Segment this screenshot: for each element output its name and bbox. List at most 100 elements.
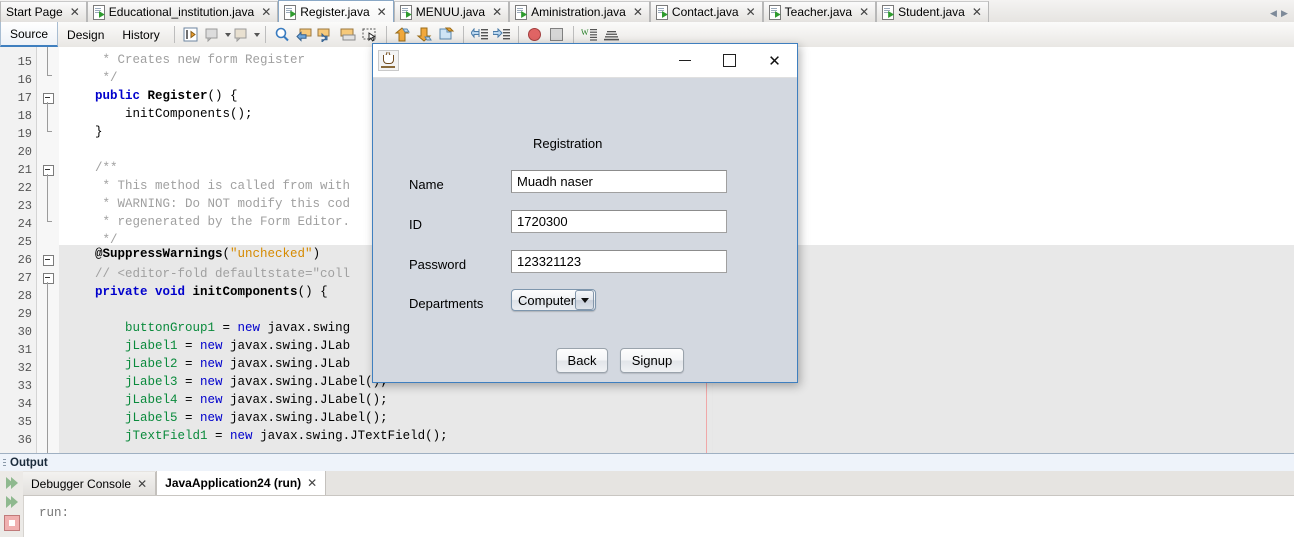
next-bookmark-icon[interactable] <box>316 25 336 45</box>
last-edit-icon[interactable] <box>181 25 201 45</box>
close-icon[interactable]: ✕ <box>633 6 643 18</box>
editor-tab-teacher[interactable]: Teacher.java ✕ <box>762 1 877 22</box>
stop-process-icon[interactable] <box>3 514 21 532</box>
format-icon[interactable]: W <box>580 25 600 45</box>
move-icon[interactable] <box>437 25 457 45</box>
fold-toggle-icon[interactable] <box>43 93 54 104</box>
output-console-text[interactable]: run: <box>24 496 1294 537</box>
line-number: 17 <box>17 91 32 105</box>
shift-up-icon[interactable] <box>393 25 413 45</box>
code-line: jLabel5 = new javax.swing.JLabel(); <box>95 411 388 425</box>
fold-toggle-icon[interactable] <box>43 273 54 284</box>
toolbar-separator <box>462 26 464 43</box>
editor-tab-educational-institution[interactable]: Educational_institution.java ✕ <box>86 1 279 22</box>
tab-design-label: Design <box>67 27 105 42</box>
dialog-heading: Registration <box>533 136 603 151</box>
shift-left-icon[interactable] <box>470 25 490 45</box>
line-number: 30 <box>17 325 32 339</box>
shift-down-icon[interactable] <box>415 25 435 45</box>
find-selection-icon[interactable] <box>272 25 292 45</box>
departments-select[interactable]: Computer <box>511 289 596 311</box>
chevron-down-icon[interactable] <box>575 290 594 310</box>
stop-icon[interactable] <box>547 25 567 45</box>
shift-right-icon[interactable] <box>492 25 512 45</box>
chevron-down-icon[interactable] <box>253 32 260 37</box>
toggle-bookmark-icon[interactable] <box>338 25 358 45</box>
tab-source[interactable]: Source <box>0 22 59 47</box>
code-line: * regenerated by the Form Editor. <box>95 215 351 229</box>
editor-tab-contact[interactable]: Contact.java ✕ <box>649 1 763 22</box>
output-tab-javaapplication24-run[interactable]: JavaApplication24 (run) ✕ <box>156 471 327 495</box>
password-input[interactable]: 123321123 <box>511 250 727 273</box>
editor-tab-aministration[interactable]: Aministration.java ✕ <box>509 1 650 22</box>
name-input[interactable]: Muadh naser <box>511 170 727 193</box>
close-icon[interactable]: ✕ <box>261 6 271 18</box>
id-input[interactable]: 1720300 <box>511 210 727 233</box>
fold-toggle-icon[interactable] <box>43 165 54 176</box>
uncomment-icon[interactable] <box>232 25 252 45</box>
toolbar-separator <box>517 26 519 43</box>
line-number: 18 <box>17 109 32 123</box>
editor-tab-label: Contact.java <box>671 5 739 19</box>
line-number: 26 <box>17 253 32 267</box>
output-tab-strip: Debugger Console ✕ JavaApplication24 (ru… <box>23 471 1294 496</box>
previous-bookmark-icon[interactable] <box>294 25 314 45</box>
scroll-left-icon[interactable]: ◀ <box>1270 8 1279 20</box>
code-line: initComponents(); <box>95 107 253 121</box>
editor-tab-menuu[interactable]: MENUU.java ✕ <box>393 1 510 22</box>
output-tab-debugger-console[interactable]: Debugger Console ✕ <box>23 472 157 495</box>
close-icon[interactable]: ✕ <box>972 6 982 18</box>
departments-label: Departments <box>409 296 484 311</box>
drag-handle[interactable] <box>3 458 6 468</box>
code-line: jLabel4 = new javax.swing.JLabel(); <box>95 393 388 407</box>
code-folding-column[interactable] <box>37 47 60 453</box>
close-button[interactable]: ✕ <box>752 44 797 77</box>
output-window-header[interactable]: Output <box>0 453 1294 473</box>
close-icon[interactable]: ✕ <box>377 6 387 18</box>
line-number: 16 <box>17 73 32 87</box>
toolbar-separator <box>264 26 266 43</box>
line-number: 33 <box>17 379 32 393</box>
close-icon[interactable]: ✕ <box>492 6 502 18</box>
editor-tab-student[interactable]: Student.java ✕ <box>876 1 989 22</box>
fold-toggle-icon[interactable] <box>43 255 54 266</box>
code-line: * This method is called from with <box>95 179 351 193</box>
signup-button[interactable]: Signup <box>620 348 684 373</box>
close-icon[interactable]: ✕ <box>307 476 317 490</box>
step-forward-icon[interactable] <box>3 474 21 492</box>
code-line: } <box>95 125 103 139</box>
editor-tab-register[interactable]: Register.java ✕ <box>278 0 394 22</box>
close-icon[interactable]: ✕ <box>859 6 869 18</box>
comment-icon[interactable] <box>203 25 223 45</box>
line-number: 24 <box>17 217 32 231</box>
line-number: 25 <box>17 235 32 249</box>
editor-tab-start-page[interactable]: Start Page ✕ <box>0 1 87 22</box>
editor-tab-label: MENUU.java <box>415 5 486 19</box>
maximize-button[interactable] <box>707 44 752 77</box>
tab-scroll-controls: ◀ ▶ <box>1266 8 1294 22</box>
tab-design[interactable]: Design <box>58 22 113 47</box>
close-icon[interactable]: ✕ <box>137 477 147 491</box>
step-forward-icon[interactable] <box>3 493 21 511</box>
tab-history[interactable]: History <box>113 22 168 47</box>
registration-dialog[interactable]: ✕ Registration Name Muadh naser ID 17203… <box>372 43 798 383</box>
minimize-button[interactable] <box>662 44 707 77</box>
close-icon[interactable]: ✕ <box>746 6 756 18</box>
close-icon[interactable]: ✕ <box>70 6 80 18</box>
editor-tab-strip: Start Page ✕ Educational_institution.jav… <box>0 0 1294 23</box>
select-rectangle-icon[interactable] <box>360 25 380 45</box>
output-tab-label: Debugger Console <box>31 476 132 491</box>
output-window-body: Debugger Console ✕ JavaApplication24 (ru… <box>0 471 1294 537</box>
toggle-breakpoint-icon[interactable] <box>525 25 545 45</box>
chevron-down-icon[interactable] <box>224 32 231 37</box>
dialog-title-bar[interactable]: ✕ <box>373 44 797 78</box>
java-file-icon <box>768 5 781 20</box>
java-file-icon <box>655 5 668 20</box>
id-label: ID <box>409 217 422 232</box>
code-line: public Register() { <box>95 89 238 103</box>
inspect-icon[interactable] <box>602 25 622 45</box>
line-number: 20 <box>17 145 32 159</box>
back-button[interactable]: Back <box>556 348 608 373</box>
scroll-right-icon[interactable]: ▶ <box>1281 8 1290 20</box>
line-number-gutter: 15 16 17 18 19 20 21 22 23 24 25 26 27 2… <box>0 47 37 453</box>
